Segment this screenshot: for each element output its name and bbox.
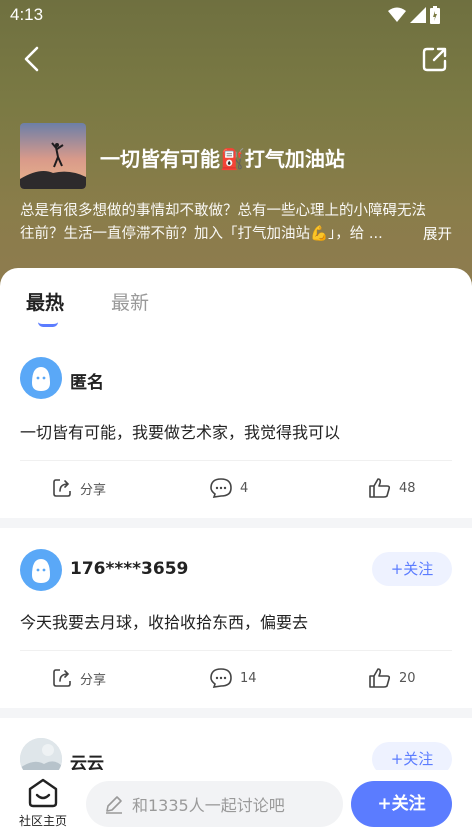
community-home-tab[interactable]: 社区主页: [14, 778, 72, 829]
default-avatar-icon: [32, 559, 50, 583]
active-tab-indicator: [38, 322, 58, 327]
group-cover-image: [20, 123, 86, 189]
like-action[interactable]: 48: [369, 478, 416, 498]
wifi-icon: [388, 7, 406, 22]
like-count: 48: [399, 480, 416, 496]
comment-input[interactable]: 和1335人一起讨论吧: [86, 781, 343, 827]
group-header: 4:13 一切皆有可能⛽打气加油站 总是有很多想做的事情却不敢做？总有一些心理上…: [0, 0, 472, 300]
expand-link[interactable]: 展开: [423, 223, 452, 244]
comment-count: 4: [240, 480, 249, 496]
chevron-left-icon: [24, 46, 39, 72]
tab-bar: 最热 最新: [0, 268, 472, 338]
comment-icon: [210, 478, 232, 498]
bottom-bar: 社区主页 和1335人一起讨论吧 +关注: [0, 770, 472, 839]
status-time: 4:13: [10, 5, 44, 24]
avatar[interactable]: [20, 549, 62, 591]
status-bar: 4:13: [0, 0, 472, 32]
divider: [20, 650, 452, 651]
status-icons: [388, 6, 440, 24]
post-separator: [0, 708, 472, 718]
community-home-label: 社区主页: [18, 814, 67, 828]
post-text[interactable]: 今天我要去月球，收拾收拾东西，偏要去: [20, 609, 308, 633]
group-description: 总是有很多想做的事情却不敢做？总有一些心理上的小障碍无法 往前？生活一直停滞不前…: [20, 200, 456, 246]
group-title: 一切皆有可能⛽打气加油站: [100, 147, 345, 171]
share-label: 分享: [80, 672, 107, 688]
like-count: 20: [399, 670, 416, 686]
comment-icon: [210, 668, 232, 688]
post-card[interactable]: 匿名 一切皆有可能，我要做艺术家，我觉得我可以 分享 4 48: [0, 338, 472, 518]
thumbs-up-icon: [369, 668, 391, 688]
group-description-line: 往前？生活一直停滞不前？加入「打气加油站💪」，给 ...: [20, 226, 383, 242]
avatar[interactable]: [20, 357, 62, 399]
battery-icon: [430, 6, 440, 24]
comment-count: 14: [240, 670, 257, 686]
share-label: 分享: [80, 482, 107, 498]
back-button[interactable]: [18, 44, 48, 74]
share-external-icon: [422, 47, 447, 72]
tab-hottest[interactable]: 最热: [26, 288, 64, 315]
signal-icon: [410, 7, 426, 23]
default-avatar-icon: [32, 367, 50, 391]
share-action[interactable]: 分享: [52, 668, 106, 688]
share-icon: [53, 479, 71, 497]
post-text[interactable]: 一切皆有可能，我要做艺术家，我觉得我可以: [20, 419, 340, 443]
post-author[interactable]: 匿名: [70, 368, 104, 393]
divider: [20, 460, 452, 461]
post-separator: [0, 518, 472, 528]
thumbs-up-icon: [369, 478, 391, 498]
share-action[interactable]: 分享: [52, 478, 106, 498]
community-home-icon: [28, 778, 58, 808]
share-icon: [53, 669, 71, 687]
tab-newest[interactable]: 最新: [111, 288, 149, 315]
group-description-line: 总是有很多想做的事情却不敢做？总有一些心理上的小障碍无法: [20, 203, 426, 219]
like-action[interactable]: 20: [369, 668, 416, 688]
comment-action[interactable]: 4: [210, 478, 248, 498]
follow-group-button[interactable]: +关注: [351, 781, 452, 827]
post-author[interactable]: 176****3659: [70, 559, 188, 579]
comment-action[interactable]: 14: [210, 668, 257, 688]
share-button[interactable]: [420, 44, 450, 74]
follow-button[interactable]: +关注: [372, 552, 452, 586]
pencil-icon: [106, 796, 122, 814]
content-sheet: 最热 最新 匿名 一切皆有可能，我要做艺术家，我觉得我可以 分享 4 48 17…: [0, 268, 472, 839]
post-card[interactable]: 176****3659 +关注 今天我要去月球，收拾收拾东西，偏要去 分享 14…: [0, 528, 472, 708]
comment-placeholder: 和1335人一起讨论吧: [132, 796, 285, 815]
